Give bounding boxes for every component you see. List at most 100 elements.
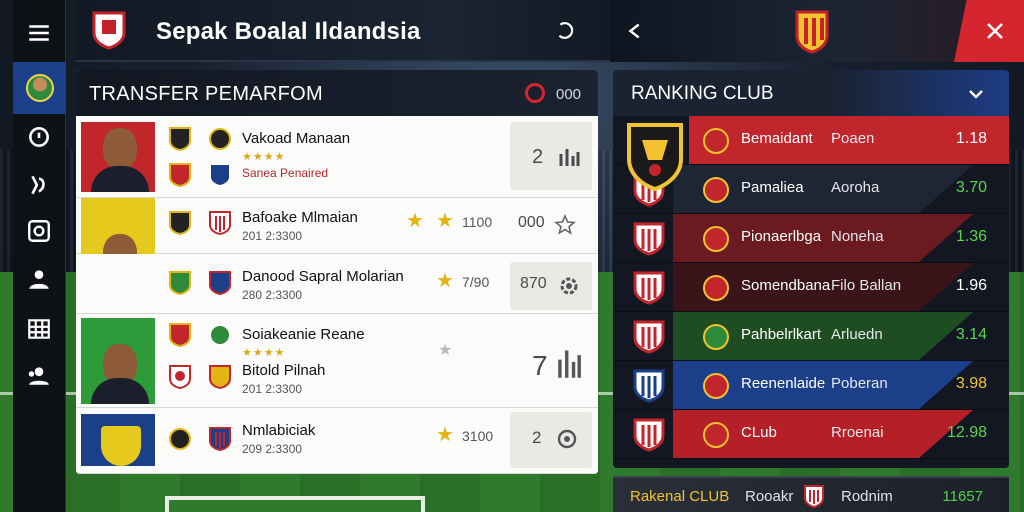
player-row[interactable]: Soiakeanie Reane ★★★★ Bitold Pilnah 201 … bbox=[76, 314, 598, 408]
club-badge-icon bbox=[169, 323, 191, 348]
player-action-button[interactable]: 870 bbox=[510, 262, 592, 310]
club-logo-icon bbox=[703, 422, 729, 448]
club-rank-label: Rroenai bbox=[831, 424, 884, 441]
player-face bbox=[103, 128, 137, 168]
club-logo-icon bbox=[703, 177, 729, 203]
player-name: Bafoake Mlmaian bbox=[242, 209, 358, 226]
player-stars: ★★★★ bbox=[242, 151, 286, 163]
player-shirt bbox=[91, 166, 149, 192]
star-outline-icon[interactable] bbox=[554, 214, 576, 236]
player-rating: 7/90 bbox=[462, 274, 490, 290]
player-name: Danood Sapral Molarian bbox=[242, 268, 404, 285]
club-crest-icon bbox=[633, 320, 665, 354]
club-badge-icon bbox=[169, 271, 191, 296]
club-badge-icon bbox=[169, 428, 191, 450]
ranking-header: RANKING CLUB bbox=[613, 70, 1009, 116]
club-score: 3.70 bbox=[955, 179, 987, 196]
star-icon: ★ bbox=[436, 210, 454, 232]
users-icon[interactable] bbox=[22, 358, 56, 392]
ranking-row[interactable]: Somendbana Filo Ballan 1.96 bbox=[613, 263, 1009, 312]
action-value: 7 bbox=[532, 350, 548, 381]
transfer-header: TRANSFER PEMARFOM 000 bbox=[76, 70, 598, 116]
club-name: CLub bbox=[741, 424, 777, 441]
player-portrait bbox=[81, 122, 155, 192]
player-action-button[interactable]: 2 bbox=[510, 412, 592, 468]
action-value: 2 bbox=[532, 428, 542, 447]
club-badge-icon bbox=[209, 324, 231, 346]
player-row[interactable]: Nmlabiciak 209 2:3300 ★ 3100 2 bbox=[76, 408, 598, 474]
club-name: Reenenlaide bbox=[741, 375, 826, 392]
ranking-row[interactable]: Reenenlaide Poberan 3.98 bbox=[613, 361, 1009, 410]
star-icon: ★ bbox=[438, 342, 453, 359]
player-meta: 280 2:3300 bbox=[242, 288, 303, 302]
stats-icon[interactable] bbox=[556, 346, 582, 380]
player-stars: ★★★★ bbox=[242, 347, 286, 359]
club-name: Pahbelrlkart bbox=[741, 326, 822, 343]
player-row[interactable]: Danood Sapral Molarian 280 2:3300 ★ 7/90… bbox=[76, 254, 598, 314]
player-name: Soiakeanie Reane bbox=[242, 326, 365, 343]
kick-icon[interactable] bbox=[22, 168, 56, 202]
club-score: 3.14 bbox=[955, 326, 987, 343]
club-logo-icon bbox=[703, 373, 729, 399]
player-rating: 1100 bbox=[462, 214, 493, 230]
back-arrow-icon[interactable] bbox=[624, 20, 646, 42]
action-value: 000 bbox=[518, 214, 545, 231]
menu-icon[interactable] bbox=[22, 16, 56, 50]
transfer-title: TRANSFER PEMARFOM bbox=[89, 83, 323, 105]
chevron-down-icon[interactable] bbox=[967, 85, 985, 103]
own-club-name: Rakenal CLUB bbox=[630, 488, 730, 505]
club-name: Somendbana bbox=[741, 277, 831, 294]
own-club-row[interactable]: Rakenal CLUB Rooakr Rodnim 11657 bbox=[613, 476, 1009, 512]
club-badge-icon bbox=[169, 163, 191, 188]
club-badge-icon bbox=[209, 271, 231, 296]
club-rank-label: Noneha bbox=[831, 228, 884, 245]
club-badge-icon bbox=[209, 365, 231, 390]
club-logo-icon bbox=[703, 226, 729, 252]
team-icon[interactable] bbox=[22, 262, 56, 296]
target-icon[interactable] bbox=[22, 214, 56, 248]
club-crest-icon bbox=[633, 222, 665, 256]
club-score: 3.98 bbox=[955, 375, 987, 392]
star-icon: ★ bbox=[436, 424, 454, 446]
star-icon: ★ bbox=[406, 210, 424, 232]
club-rank-label: Filo Ballan bbox=[831, 277, 902, 294]
refresh-icon[interactable] bbox=[554, 20, 576, 42]
club-logo-icon bbox=[703, 324, 729, 350]
player-portrait bbox=[81, 414, 155, 466]
club-crest-icon bbox=[633, 271, 665, 305]
player-rating: 3100 bbox=[462, 428, 494, 444]
star-icon: ★ bbox=[436, 270, 454, 292]
club-name: Pamaliea bbox=[741, 179, 804, 196]
player-meta: 209 2:3300 bbox=[242, 442, 303, 456]
player-portrait bbox=[81, 318, 155, 404]
club-score: 12.98 bbox=[946, 424, 987, 441]
player-action-button[interactable]: 2 bbox=[510, 122, 592, 190]
gear-icon bbox=[560, 277, 578, 295]
player-shirt bbox=[91, 378, 149, 404]
club-score: 1.36 bbox=[955, 228, 987, 245]
club-name: Pionaerlbga bbox=[741, 228, 822, 245]
close-button[interactable] bbox=[954, 0, 1024, 62]
club-rank-label: Arluedn bbox=[831, 326, 883, 343]
featured-club-crest-icon bbox=[627, 123, 683, 192]
ranking-row[interactable]: Pionaerlbga Noneha 1.36 bbox=[613, 214, 1009, 263]
player-row[interactable]: Bafoake Mlmaian 201 2:3300 ★ ★ 1100 000 bbox=[76, 198, 598, 310]
coin-count: 000 bbox=[556, 86, 582, 103]
player-row[interactable]: Vakoad Manaan ★★★★ Sanea Penaired 2 bbox=[76, 116, 598, 198]
close-icon bbox=[987, 23, 1003, 39]
club-rank-label: Poaen bbox=[831, 130, 875, 147]
ranking-row[interactable]: CLub Rroenai 12.98 bbox=[613, 410, 1009, 459]
grid-icon[interactable] bbox=[22, 312, 56, 346]
club-badge-icon bbox=[169, 127, 191, 152]
ranking-row[interactable]: Pahbelrlkart Arluedn 3.14 bbox=[613, 312, 1009, 361]
own-club-position: Rodnim bbox=[841, 488, 893, 505]
club-score: 1.18 bbox=[955, 130, 987, 147]
club-badge-icon bbox=[209, 211, 231, 236]
player-meta: 201 2:3300 bbox=[242, 382, 303, 396]
club-crest-icon bbox=[795, 10, 829, 54]
stopwatch-icon[interactable] bbox=[22, 120, 56, 154]
profile-avatar[interactable] bbox=[13, 62, 66, 114]
top-bar: Sepak Boalal Ildandsia bbox=[76, 0, 610, 62]
player-meta: 201 2:3300 bbox=[242, 229, 303, 243]
player-name: Nmlabiciak bbox=[242, 422, 316, 439]
